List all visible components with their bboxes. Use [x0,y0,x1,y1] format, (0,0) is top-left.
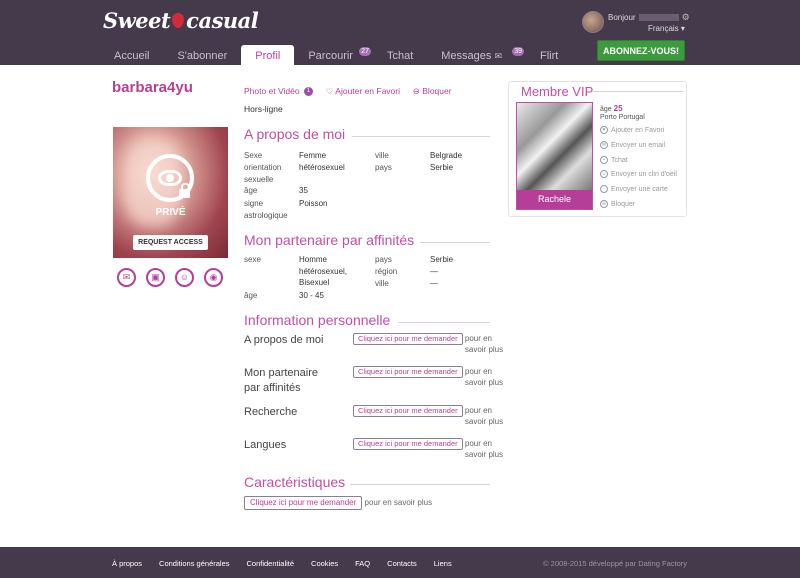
wink-icon[interactable]: ☺ [175,268,194,287]
vip-email-action[interactable]: ✉ Envoyer un email [600,141,665,149]
block-icon: ⊖ [600,200,608,208]
nav-profil[interactable]: Profil [241,45,295,65]
online-status: Hors-ligne [244,104,283,114]
parcourir-count-badge: 27 [359,47,371,56]
nav-sabonner[interactable]: S'abonner [163,45,241,65]
envelope-icon: ✉ [494,51,503,61]
photos-count-badge: 1 [304,87,313,97]
footer-links: À propos Conditions générales Confidenti… [112,559,452,568]
vip-title: Membre VIP [521,84,594,99]
vip-panel: Membre VIP Rachele âge 25 Porto Portugal… [508,81,687,217]
photos-link[interactable]: Photo et Vidéo 1 [244,86,313,97]
messages-count-badge: 39 [512,47,525,56]
greeting: Bonjour ⚙ [608,12,690,22]
footer-link-about[interactable]: À propos [112,559,142,568]
nav-tchat[interactable]: Tchat [373,45,427,65]
info-partner-row: Cliquez ici pour me demander pour en sav… [353,366,505,388]
kiss-icon[interactable]: ◉ [204,268,223,287]
footer-link-contacts[interactable]: Contacts [387,559,417,568]
vip-name[interactable]: Rachele [517,190,592,209]
mail-icon[interactable]: ✉ [117,268,136,287]
info-search-row: Cliquez ici pour me demander pour en sav… [353,405,505,427]
mail-icon: ✉ [600,141,608,149]
block-link[interactable]: ⊖ Bloquer [413,86,452,96]
vip-photo[interactable]: Rachele [516,102,593,210]
ask-partner-button[interactable]: Cliquez ici pour me demander [353,366,463,378]
info-search-label: Recherche [244,406,298,418]
request-access-button[interactable]: REQUEST ACCESS [133,235,208,250]
subscribe-button[interactable]: ABONNEZ-VOUS! [597,40,685,61]
nav-messages[interactable]: Messages ✉ 39 [427,45,526,65]
footer-link-faq[interactable]: FAQ [355,559,370,568]
block-icon: ⊖ [412,86,420,96]
ask-search-button[interactable]: Cliquez ici pour me demander [353,405,463,417]
footer-link-cookies[interactable]: Cookies [311,559,338,568]
info-about-label: A propos de moi [244,334,324,346]
wink-icon: ☺ [600,170,608,178]
info-partner-label: Mon partenaire par affinités [244,367,318,394]
profile-username: barbara4yu [112,79,193,96]
vip-favorite-action[interactable]: ♥ Ajouter en Favori [600,126,664,134]
logo-text-left: Sweet [103,8,171,33]
vip-wink-action[interactable]: ☺ Envoyer un clin d'oeil [600,170,677,178]
gear-icon[interactable]: ⚙ [682,12,690,22]
lock-icon [179,183,190,198]
heart-icon: ♡ [325,86,334,96]
footer-link-terms[interactable]: Conditions générales [159,559,229,568]
strawberry-icon [172,13,185,28]
info-languages-label: Langues [244,439,287,451]
language-select[interactable]: Français ▾ [648,24,685,33]
partner-title: Mon partenaire par affinités [244,232,415,248]
info-languages-row: Cliquez ici pour me demander pour en sav… [353,438,505,460]
nav-parcourir[interactable]: Parcourir 27 [294,45,373,65]
username-redacted [638,14,679,22]
profile-photo[interactable]: PRIVÉ REQUEST ACCESS [113,127,228,258]
vip-card-action[interactable]: ▫ Envoyer une carte [600,185,668,193]
copyright: © 2008-2015 développé par Dating Factory [543,559,687,568]
chat-icon: ▪ [600,156,608,164]
heart-icon: ♥ [600,126,608,134]
vip-info: âge 25 Porto Portugal [600,104,645,121]
nav-flirt[interactable]: Flirt [526,45,572,65]
footer-link-links[interactable]: Liens [434,559,452,568]
private-label: PRIVÉ [155,207,186,218]
profile-actions: ✉ ▣ ☺ ◉ [117,268,223,287]
nav-accueil[interactable]: Accueil [100,45,163,65]
about-title: A propos de moi [244,126,346,142]
card-icon: ▫ [600,185,608,193]
favorite-link[interactable]: ♡ Ajouter en Favori [326,86,400,96]
chat-icon[interactable]: ▣ [146,268,165,287]
ask-languages-button[interactable]: Cliquez ici pour me demander [353,438,463,450]
vip-block-action[interactable]: ⊖ Bloquer [600,200,635,208]
footer-link-privacy[interactable]: Confidentialité [247,559,295,568]
chevron-down-icon: ▾ [680,24,685,33]
characteristics-title: Caractéristiques [244,474,346,490]
ask-characteristics-button[interactable]: Cliquez ici pour me demander [244,496,363,510]
main-nav: Accueil S'abonner Profil Parcourir 27 Tch… [100,45,572,65]
vip-chat-action[interactable]: ▪ Tchat [600,156,628,164]
site-header: Sweet casual Accueil S'abonner Profil Par… [0,0,800,65]
site-logo[interactable]: Sweet casual [103,8,259,33]
profile-links: Photo et Vidéo 1 ♡ Ajouter en Favori ⊖ B… [244,86,452,97]
ask-about-button[interactable]: Cliquez ici pour me demander [353,333,463,345]
site-footer: À propos Conditions générales Confidenti… [0,547,800,578]
logo-text-right: casual [186,8,259,33]
info-about-row: Cliquez ici pour me demander pour en sav… [353,333,505,355]
characteristics-row: Cliquez ici pour me demander pour en sav… [244,496,432,510]
personal-title: Information personnelle [244,312,391,328]
avatar[interactable] [582,11,604,33]
